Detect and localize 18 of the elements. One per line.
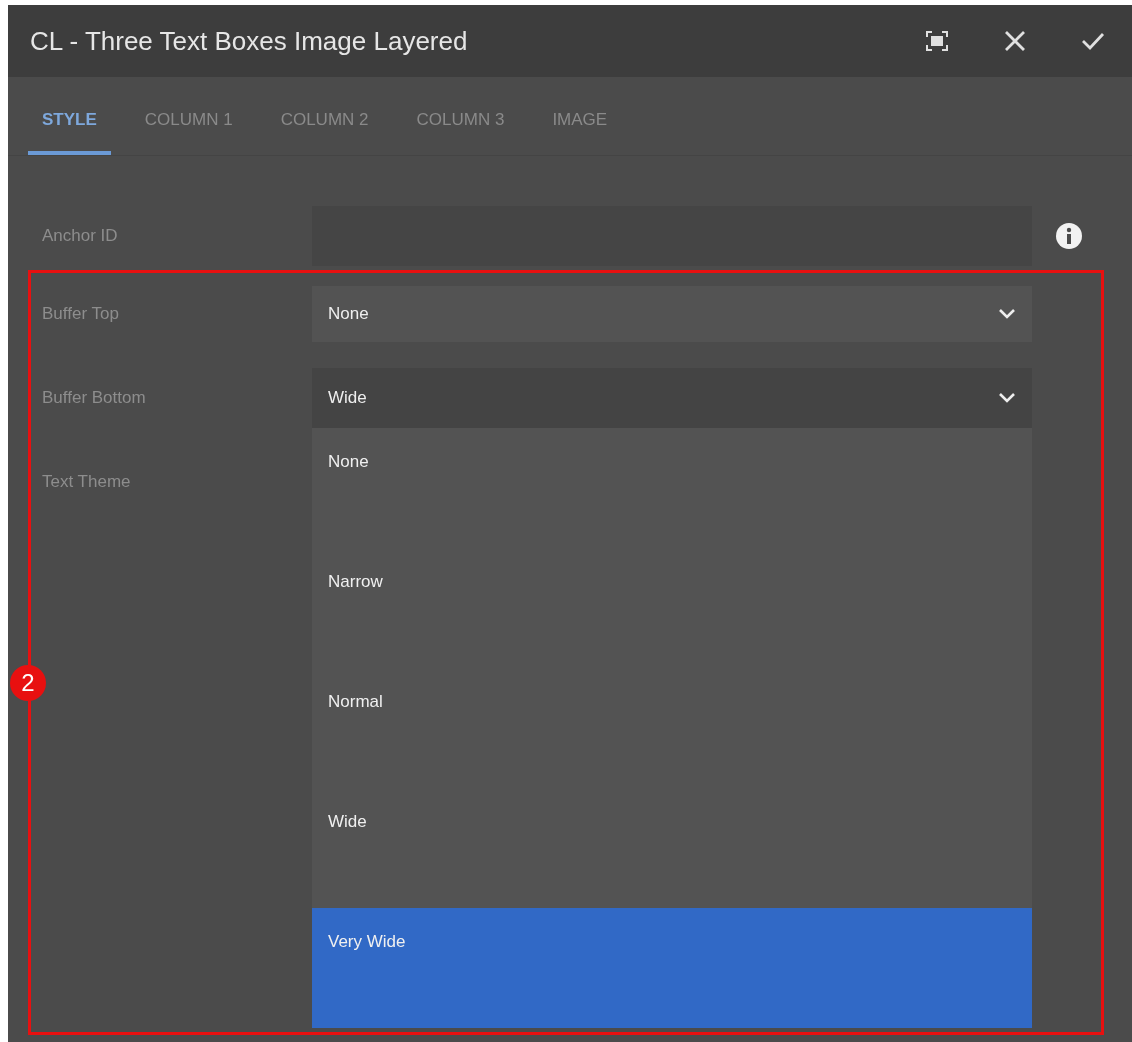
dropdown-option[interactable]: Narrow [312, 548, 1032, 668]
checkmark-icon [1081, 31, 1105, 51]
field-label: Text Theme [42, 472, 132, 492]
chevron-down-icon [998, 308, 1016, 320]
dropdown-option[interactable]: Normal [312, 668, 1032, 788]
dropdown-option[interactable]: Very Wide [312, 908, 1032, 1028]
close-icon [1004, 30, 1026, 52]
select-field[interactable]: None [312, 286, 1032, 342]
dropdown-option[interactable]: None [312, 428, 1032, 548]
field-label: Buffer Top [42, 304, 120, 324]
field-label: Buffer Bottom [42, 388, 147, 408]
fullscreen-icon [926, 31, 948, 51]
tab[interactable]: STYLE [28, 77, 111, 155]
dropdown-option[interactable]: Wide [312, 788, 1032, 908]
dialog-title: CL - Three Text Boxes Image Layered [30, 25, 469, 57]
annotation-badge: 2 [10, 665, 46, 701]
field-label: Anchor ID [42, 226, 119, 246]
chevron-down-icon [998, 392, 1016, 404]
